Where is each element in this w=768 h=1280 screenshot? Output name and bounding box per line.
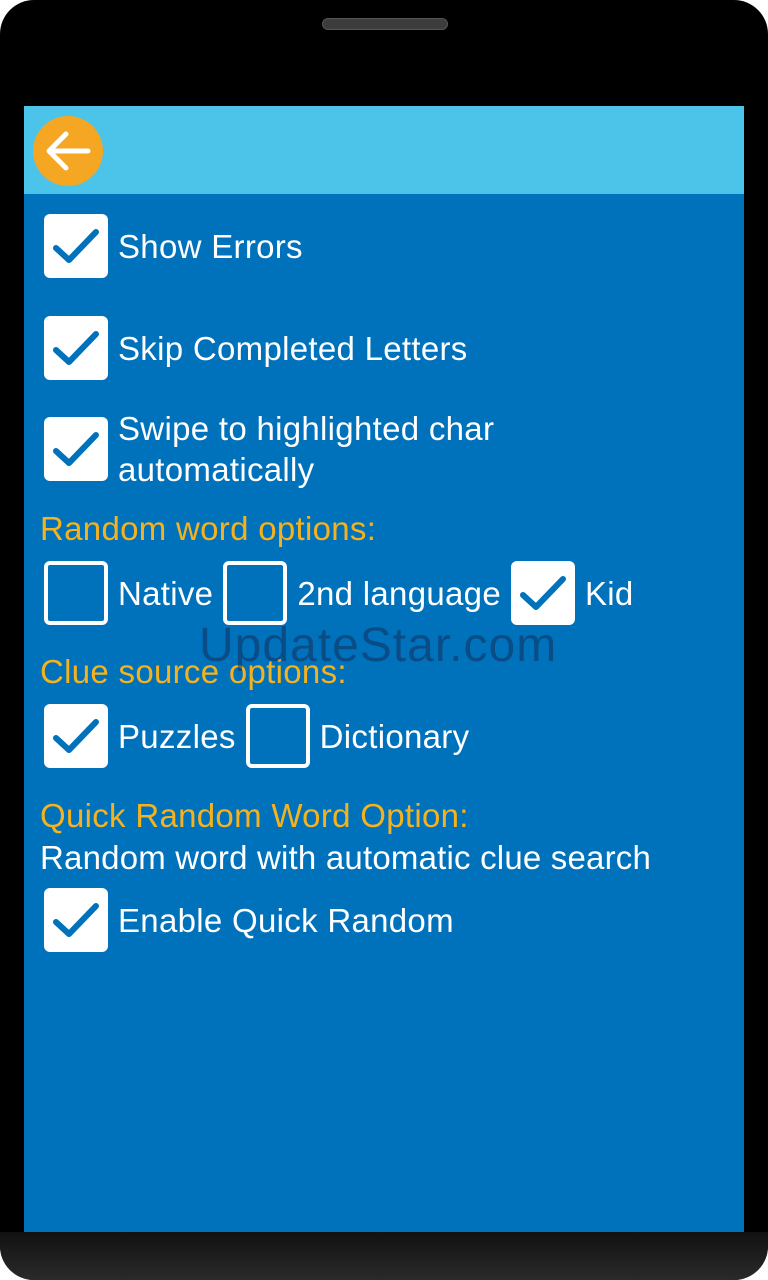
clue-source-options-row: Puzzles Dictionary [44,704,469,768]
native-checkbox[interactable] [44,561,108,625]
app-bar [24,106,744,194]
native-label[interactable]: Native [118,573,213,614]
phone-frame: Show Errors Skip Completed Letters Swipe… [0,0,768,1280]
quick-random-section-title: Quick Random Word Option: [40,797,469,834]
checkmark-icon [53,229,99,263]
clue-source-section-title: Clue source options: [40,653,347,690]
random-word-options-row: Native 2nd language Kid [44,561,634,625]
puzzles-label[interactable]: Puzzles [118,716,236,757]
settings-screen: Show Errors Skip Completed Letters Swipe… [24,106,744,1232]
swipe-highlight-option[interactable]: Swipe to highlighted char automatically [44,408,494,490]
checkmark-icon [53,903,99,937]
random-word-section-title: Random word options: [40,510,377,547]
enable-quick-random-label[interactable]: Enable Quick Random [118,900,454,941]
puzzles-checkbox[interactable] [44,704,108,768]
speaker-grille [322,18,448,30]
checkmark-icon [53,432,99,466]
kid-checkbox[interactable] [510,561,575,625]
swipe-highlight-checkbox[interactable] [44,417,108,481]
dictionary-label[interactable]: Dictionary [320,716,470,757]
swipe-highlight-label-line2: automatically [118,451,315,488]
swipe-highlight-label-line1: Swipe to highlighted char [118,410,495,447]
enable-quick-random-checkbox[interactable] [44,888,108,952]
back-button[interactable] [33,116,103,186]
quick-random-description: Random word with automatic clue search [40,839,652,876]
kid-label[interactable]: Kid [585,573,634,614]
arrow-left-icon [46,131,91,171]
skip-completed-checkbox[interactable] [44,316,108,380]
second-language-checkbox[interactable] [223,561,288,625]
show-errors-checkbox[interactable] [44,214,108,278]
checkmark-icon [53,719,99,753]
checkmark-icon [53,331,99,365]
show-errors-label[interactable]: Show Errors [118,226,303,267]
checkmark-icon [519,576,566,610]
skip-completed-label[interactable]: Skip Completed Letters [118,328,468,369]
show-errors-option[interactable]: Show Errors [44,214,303,278]
swipe-highlight-label[interactable]: Swipe to highlighted char automatically [118,408,494,490]
dictionary-checkbox[interactable] [245,704,310,768]
enable-quick-random-option[interactable]: Enable Quick Random [44,888,454,952]
second-language-label[interactable]: 2nd language [297,573,501,614]
skip-completed-option[interactable]: Skip Completed Letters [44,316,468,380]
